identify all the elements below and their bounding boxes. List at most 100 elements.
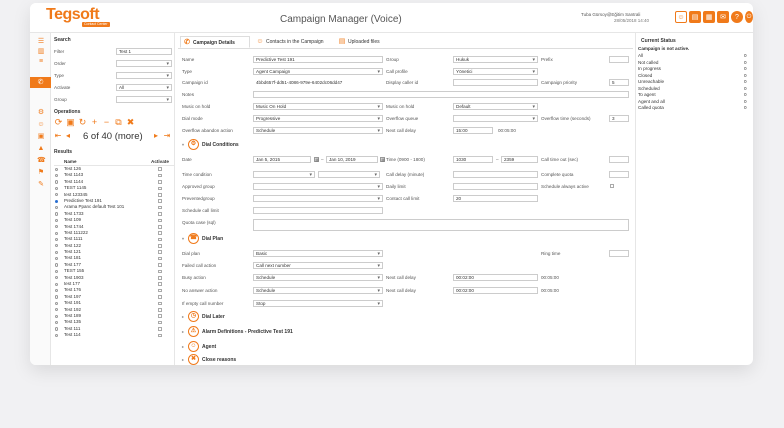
date-to-input[interactable]: Jan 10, 2019 [326, 156, 378, 163]
row-activate-checkbox[interactable] [158, 301, 162, 306]
tab-uploaded-files[interactable]: ▤ Uploaded files [336, 36, 396, 48]
document-icon[interactable]: ▤ [689, 11, 701, 23]
daily-limit-input[interactable] [453, 183, 538, 190]
row-radio[interactable] [55, 186, 59, 190]
row-radio[interactable] [55, 218, 59, 222]
tab-campaign-details[interactable]: ✆ Campaign Details [180, 36, 250, 48]
overflow-queue-select[interactable] [453, 115, 538, 122]
time-from-input[interactable]: 1030 [453, 156, 493, 163]
schedule-limit-input[interactable] [253, 207, 383, 214]
row-activate-checkbox[interactable] [158, 256, 162, 261]
prev-page-icon[interactable]: ◂ [64, 132, 72, 140]
phone-icon[interactable]: ☎ [37, 157, 46, 164]
row-activate-checkbox[interactable] [158, 333, 162, 338]
report-icon[interactable]: ▥ [37, 48, 45, 55]
agent-icon[interactable]: ☺ [37, 121, 45, 128]
time-condition-select[interactable] [253, 171, 315, 178]
group-select[interactable] [116, 96, 172, 103]
time-condition-select-2[interactable] [318, 171, 380, 178]
tab-contacts[interactable]: ☺ Contacts in the Campaign [254, 36, 334, 48]
display-caller-input[interactable] [453, 79, 538, 86]
empty-number-select[interactable]: Stop [253, 300, 383, 307]
result-row[interactable]: Test 114 [54, 332, 174, 338]
type-field-select[interactable]: Agent Campaign [253, 68, 383, 75]
queue-icon[interactable]: ▣ [37, 133, 45, 140]
row-radio[interactable] [55, 250, 59, 254]
schedule-always-checkbox[interactable] [610, 184, 614, 188]
row-activate-checkbox[interactable] [158, 237, 162, 242]
call-delay-input[interactable] [453, 171, 538, 178]
row-activate-checkbox[interactable] [158, 167, 162, 171]
next-call-delay-input[interactable]: 15:00 [453, 127, 493, 134]
row-radio[interactable] [55, 212, 59, 216]
row-radio[interactable] [55, 205, 59, 210]
overflow-abandon-select[interactable]: Schedule [253, 127, 383, 134]
busy-delay-input[interactable]: 00:02:00 [453, 274, 538, 281]
row-activate-checkbox[interactable] [158, 282, 162, 287]
quota-case-input[interactable] [253, 219, 629, 231]
row-activate-checkbox[interactable] [158, 192, 162, 197]
noanswer-delay-input[interactable]: 00:02:00 [453, 287, 538, 294]
row-radio[interactable] [55, 193, 59, 197]
row-activate-checkbox[interactable] [158, 212, 162, 216]
row-activate-checkbox[interactable] [158, 244, 162, 248]
row-radio[interactable] [55, 327, 59, 331]
alarm-definitions-header[interactable]: ▸ ⚠ Alarm Definitions - Predictive Test … [182, 326, 482, 337]
group-field-select[interactable]: Hukuk [453, 56, 538, 63]
notes-input[interactable] [253, 91, 629, 98]
reload-icon[interactable]: ↻ [78, 118, 87, 127]
calendar-to-icon[interactable]: ▦ [380, 157, 385, 162]
calendar-from-icon[interactable]: ▦ [314, 157, 319, 162]
row-activate-checkbox[interactable] [158, 320, 162, 325]
save-icon[interactable]: ▣ [66, 118, 75, 127]
complete-quota-input[interactable] [609, 171, 629, 178]
row-radio[interactable] [55, 308, 59, 312]
row-radio[interactable] [55, 237, 59, 242]
row-radio[interactable] [55, 301, 59, 305]
row-activate-checkbox[interactable] [158, 295, 162, 299]
noanswer-action-select[interactable]: Schedule [253, 287, 383, 294]
time-to-input[interactable]: 2359 [501, 156, 538, 163]
approved-group-select[interactable] [253, 183, 383, 190]
music-on-hold-select[interactable]: Music On Hold [253, 103, 383, 110]
prefix-input[interactable] [609, 56, 629, 63]
row-radio[interactable] [55, 263, 59, 267]
name-input[interactable]: Predictive Test 191 [253, 56, 383, 63]
row-activate-checkbox[interactable] [158, 199, 162, 203]
row-activate-checkbox[interactable] [158, 250, 162, 255]
dial-mode-select[interactable]: Progressive [253, 115, 383, 122]
list-icon[interactable]: ≡ [37, 58, 45, 65]
delete-icon[interactable]: ✖ [126, 118, 135, 127]
row-activate-checkbox[interactable] [158, 224, 162, 229]
row-activate-checkbox[interactable] [158, 186, 162, 191]
key-icon[interactable]: ✎ [37, 181, 45, 188]
contact-limit-input[interactable]: 20 [453, 195, 538, 202]
activate-select[interactable]: All [116, 84, 172, 91]
row-radio[interactable] [55, 289, 59, 293]
dial-plan-header[interactable]: ▾ ☎ Dial Plan [182, 233, 482, 244]
row-radio[interactable] [55, 314, 59, 318]
campaign-icon[interactable]: ✆ [30, 77, 51, 88]
prevented-group-select[interactable] [253, 195, 383, 202]
row-radio[interactable] [55, 282, 59, 286]
last-page-icon[interactable]: ⇥ [163, 132, 171, 140]
date-from-input[interactable]: Jan 5, 2015 [253, 156, 311, 163]
row-activate-checkbox[interactable] [158, 231, 162, 235]
row-activate-checkbox[interactable] [158, 180, 162, 184]
row-activate-checkbox[interactable] [158, 314, 162, 318]
failed-action-select[interactable]: Call next number [253, 262, 383, 269]
chart-icon[interactable]: ▲ [37, 145, 45, 152]
row-radio[interactable] [55, 225, 59, 229]
busy-action-select[interactable]: Schedule [253, 274, 383, 281]
dial-later-header[interactable]: ▸ ◷ Dial Later [182, 311, 482, 322]
overflow-time-input[interactable]: 3 [609, 115, 629, 122]
priority-input[interactable]: 5 [609, 79, 629, 86]
remove-icon[interactable]: − [102, 118, 111, 127]
grid-icon[interactable]: ▦ [703, 11, 715, 23]
order-select[interactable] [116, 60, 172, 67]
row-radio[interactable] [55, 257, 59, 261]
call-profile-select[interactable]: Yönetici [453, 68, 538, 75]
music-on-hold2-select[interactable]: Default [453, 103, 538, 110]
row-radio[interactable] [55, 269, 59, 274]
row-radio[interactable] [55, 167, 59, 171]
